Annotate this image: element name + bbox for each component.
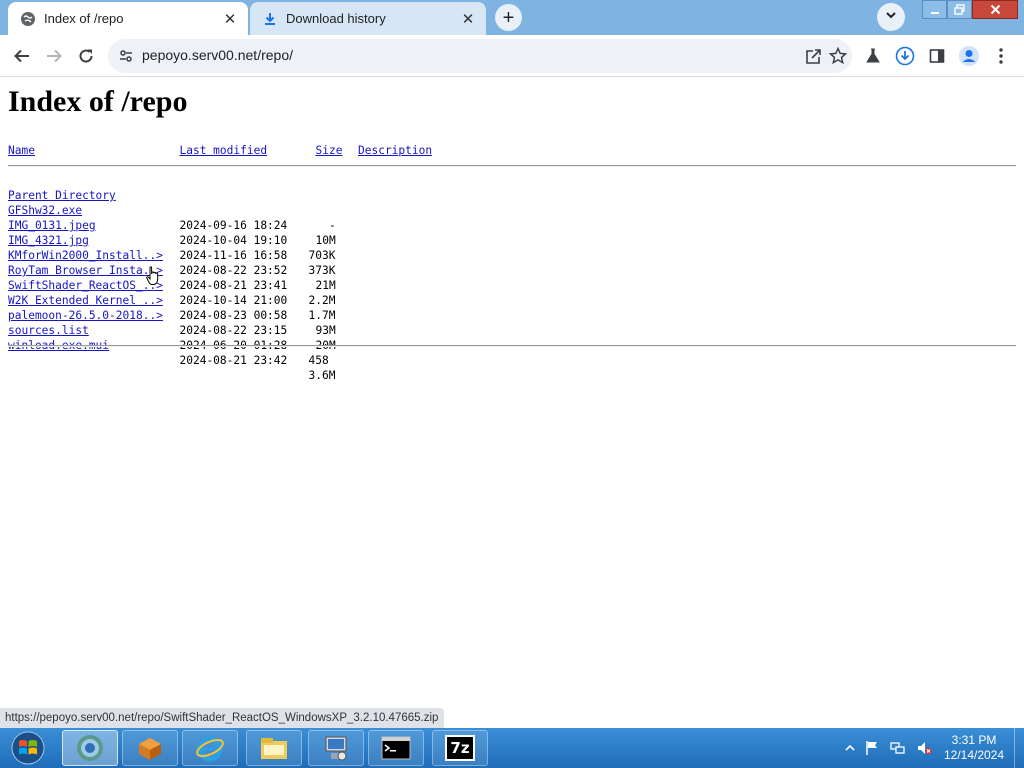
reload-button[interactable]	[72, 42, 100, 70]
file-listing: Parent Directory - GFShw32.exe 2024-09-1…	[8, 173, 336, 383]
column-last-modified-link[interactable]: Last modified	[180, 143, 268, 158]
action-center-flag-icon[interactable]	[864, 740, 880, 756]
browser-toolbar: pepoyo.serv00.net/repo/	[0, 35, 1024, 77]
list-item: sources.list 2024-06-20 01:28 458	[8, 308, 408, 367]
list-item: RoyTam Browser Insta..> 2024-08-21 23:41…	[8, 248, 408, 307]
download-icon	[262, 11, 278, 27]
file-size: 3.6M	[308, 369, 336, 382]
taskbar-network-setup-button[interactable]	[308, 730, 364, 766]
close-window-button[interactable]	[972, 0, 1018, 19]
labs-flask-icon[interactable]	[862, 45, 884, 67]
package-icon	[139, 738, 161, 760]
list-item: winload.exe.mui 2024-08-21 23:42 3.6M	[8, 323, 408, 382]
forward-arrow-icon	[47, 49, 62, 63]
link-status-bubble: https://pepoyo.serv00.net/repo/SwiftShad…	[0, 708, 445, 728]
bookmark-star-icon[interactable]	[829, 47, 847, 65]
window-controls	[922, 0, 1018, 19]
clock-date: 12/14/2024	[943, 748, 1005, 762]
chevron-down-icon	[885, 8, 897, 26]
tab-close-icon[interactable]: ✕	[222, 11, 238, 28]
taskbar-7zip-button[interactable]: 7z	[432, 730, 488, 766]
minimize-button[interactable]	[922, 0, 947, 19]
page-content: Index of /repo Name Last modified Size D…	[0, 77, 1024, 728]
taskbar-package-button[interactable]	[122, 730, 178, 766]
column-description-link[interactable]: Description	[358, 143, 432, 158]
network-setup-icon	[325, 736, 347, 761]
list-item: IMG_4321.jpg 2024-11-16 16:58 373K	[8, 218, 408, 277]
list-item: SwiftShader_ReactOS_..> 2024-10-14 21:00…	[8, 263, 408, 322]
taskbar-chrome-button[interactable]	[62, 730, 118, 766]
site-info-icon[interactable]	[118, 48, 134, 64]
footer-divider	[8, 345, 1016, 347]
back-arrow-icon	[14, 49, 29, 63]
taskbar-internet-explorer-button[interactable]	[182, 730, 238, 766]
globe-icon	[20, 11, 36, 27]
profile-avatar-icon[interactable]	[958, 45, 980, 67]
command-prompt-icon	[381, 736, 411, 760]
hand-cursor-icon	[146, 266, 159, 285]
forward-button[interactable]	[40, 42, 68, 70]
header-divider	[8, 165, 1016, 167]
internet-explorer-icon	[196, 736, 224, 762]
list-item: W2K Extended Kernel ..> 2024-08-23 00:58…	[8, 278, 408, 337]
side-panel-icon[interactable]	[926, 45, 948, 67]
file-explorer-icon	[261, 738, 287, 759]
tab-download-history[interactable]: Download history ✕	[250, 2, 486, 35]
menu-kebab-icon[interactable]	[990, 45, 1012, 67]
list-item: Parent Directory -	[8, 173, 408, 232]
tab-search-button[interactable]	[877, 3, 905, 31]
taskbar-command-prompt-button[interactable]	[368, 730, 424, 766]
volume-muted-icon[interactable]	[916, 740, 932, 756]
downloads-icon[interactable]	[894, 45, 916, 67]
address-bar[interactable]: pepoyo.serv00.net/repo/	[108, 39, 852, 73]
taskbar-file-explorer-button[interactable]	[246, 730, 302, 766]
list-item: palemoon-26.5.0-2018..> 2024-08-22 23:15…	[8, 293, 408, 352]
clock-time: 3:31 PM	[951, 733, 997, 747]
list-item: GFShw32.exe 2024-09-16 18:24 10M	[8, 188, 408, 247]
chrome-icon	[77, 735, 103, 761]
address-url[interactable]: pepoyo.serv00.net/repo/	[142, 47, 293, 63]
start-button[interactable]	[6, 730, 50, 766]
page-title: Index of /repo	[8, 85, 188, 118]
windows-taskbar: 7z 3:31 PM 12/14/2024	[0, 728, 1024, 768]
new-tab-button[interactable]: +	[495, 4, 522, 31]
windows-logo-icon	[11, 731, 45, 765]
modified-date: 2024-08-21 23:42	[179, 354, 288, 367]
reload-icon	[79, 49, 93, 63]
system-clock[interactable]: 3:31 PM 12/14/2024	[938, 733, 1010, 763]
column-name-link[interactable]: Name	[8, 143, 35, 158]
7zip-icon: 7z	[445, 735, 475, 761]
tab-index-of-repo[interactable]: Index of /repo ✕	[8, 2, 248, 35]
list-item: IMG_0131.jpeg 2024-10-04 19:10 703K	[8, 203, 408, 262]
network-icon[interactable]	[890, 740, 906, 756]
column-size-link[interactable]: Size	[316, 143, 343, 158]
share-icon[interactable]	[804, 47, 822, 65]
show-hidden-icons-icon[interactable]	[842, 740, 858, 756]
tab-title: Index of /repo	[44, 11, 124, 26]
restore-button[interactable]	[947, 0, 972, 19]
tab-title: Download history	[286, 11, 386, 26]
file-size: 458	[308, 354, 329, 367]
list-item: KMforWin2000_Install..> 2024-08-22 23:52…	[8, 233, 408, 292]
back-button[interactable]	[8, 42, 36, 70]
show-desktop-button[interactable]	[1014, 728, 1024, 768]
browser-titlebar: Index of /repo ✕ Download history ✕ +	[0, 0, 1024, 35]
tab-close-icon[interactable]: ✕	[460, 11, 476, 28]
